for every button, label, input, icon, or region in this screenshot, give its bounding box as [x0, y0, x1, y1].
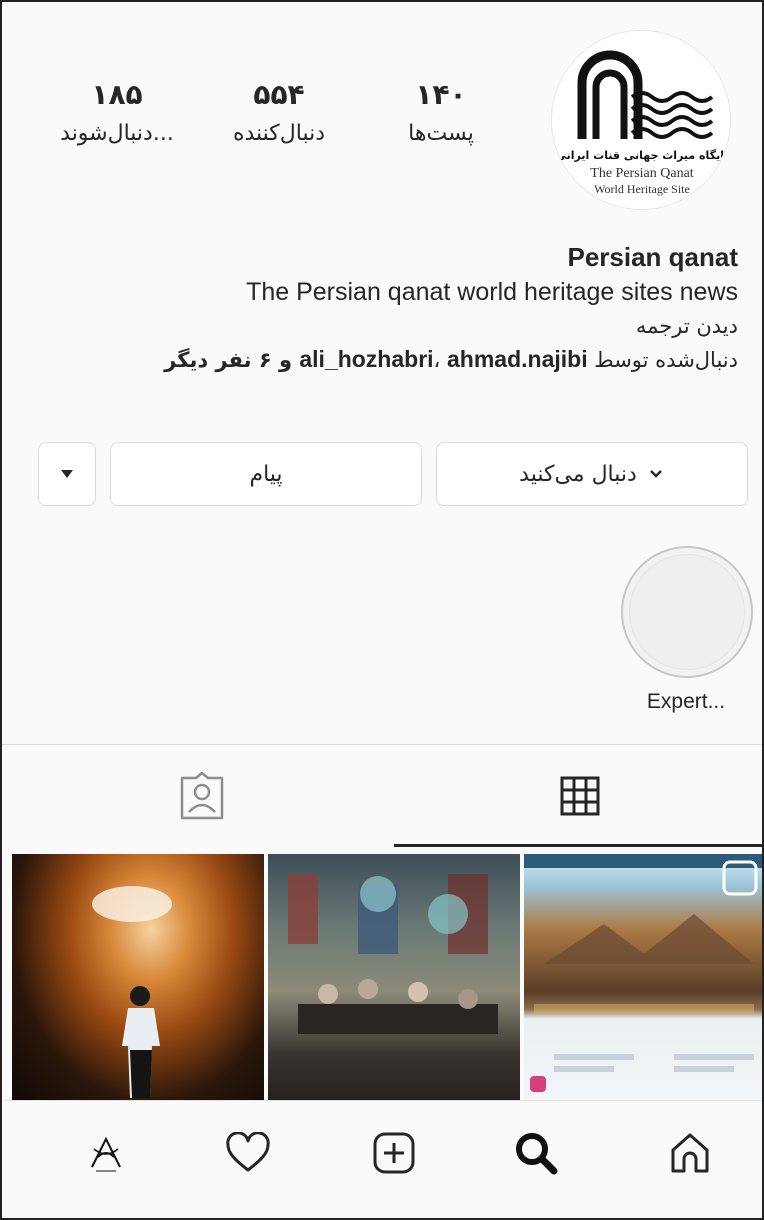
website-screenshot-image	[524, 854, 762, 1092]
triangle-down-icon	[61, 470, 73, 478]
tab-grid[interactable]	[394, 746, 762, 846]
following-count: ۱۸۵	[91, 78, 143, 111]
profile-avatar-tab[interactable]	[66, 1113, 146, 1193]
profile-avatar-icon	[91, 1136, 121, 1172]
posts-count: ۱۴۰	[415, 78, 467, 111]
profile-description: The Persian qanat world heritage sites n…	[246, 278, 738, 306]
message-button-label: پیام	[249, 461, 283, 487]
home-tab[interactable]	[650, 1113, 730, 1193]
see-translation-link[interactable]: دیدن ترجمه	[18, 310, 738, 342]
followed-by-user-2[interactable]: ahmad.najibi	[447, 346, 588, 372]
story-highlight[interactable]	[621, 546, 753, 678]
stat-posts[interactable]: ۱۴۰ پست‌ها	[366, 78, 516, 148]
following-label: دنبال‌شوند...	[60, 121, 174, 146]
profile-name: Persian qanat	[567, 242, 738, 272]
profile-screen: پایگاه میراث جهانی قنات ایرانی The Persi…	[0, 0, 764, 1220]
stat-following[interactable]: ۱۸۵ دنبال‌شوند...	[42, 78, 192, 148]
profile-stats: ۱۸۵ دنبال‌شوند... ۵۵۴ دنبال‌کننده ۱۴۰ پس…	[42, 78, 512, 168]
message-button[interactable]: پیام	[110, 442, 422, 506]
post-thumbnail-qanat-tunnel[interactable]	[12, 854, 264, 1104]
followed-by-prefix: دنبال‌شده توسط	[594, 348, 738, 372]
tab-tagged[interactable]	[12, 746, 392, 846]
avatar-text-fa: پایگاه میراث جهانی قنات ایرانی	[556, 149, 729, 162]
bottom-navigation	[4, 1100, 762, 1218]
plus-square-icon	[373, 1132, 415, 1174]
activity-tab[interactable]	[208, 1113, 288, 1193]
grid-icon	[560, 776, 600, 816]
qanat-logo-icon: پایگاه میراث جهانی قنات ایرانی The Persi…	[552, 31, 730, 209]
chevron-down-icon	[649, 470, 662, 478]
following-button[interactable]: دنبال می‌کنید	[436, 442, 748, 506]
search-icon	[516, 1133, 558, 1175]
profile-bio: Persian qanat The Persian qanat world he…	[18, 240, 738, 377]
post-thumbnail-meeting[interactable]	[268, 854, 520, 1104]
stat-followers[interactable]: ۵۵۴ دنبال‌کننده	[204, 78, 354, 148]
followed-by-line[interactable]: دنبال‌شده توسط ali_hozhabri، ahmad.najib…	[18, 342, 738, 377]
suggested-accounts-button[interactable]	[38, 442, 96, 506]
post-grid	[12, 854, 762, 1128]
profile-avatar[interactable]: پایگاه میراث جهانی قنات ایرانی The Persi…	[551, 30, 731, 210]
meeting-hall-image	[288, 874, 498, 1034]
followed-by-separator: ،	[433, 348, 447, 372]
person-silhouette-image	[92, 886, 172, 1098]
active-tab-indicator	[394, 844, 762, 847]
followers-label: دنبال‌کننده	[232, 121, 326, 146]
search-tab[interactable]	[496, 1113, 576, 1193]
tab-divider	[2, 744, 762, 745]
highlight-cover	[629, 554, 745, 670]
post-thumbnail-website[interactable]	[524, 854, 762, 1104]
highlight-label: Expert...	[646, 690, 726, 713]
heart-icon	[226, 1132, 270, 1172]
tagged-icon	[180, 771, 224, 820]
new-post-tab[interactable]	[354, 1113, 434, 1193]
followers-count: ۵۵۴	[253, 78, 305, 111]
followed-by-user-1[interactable]: ali_hozhabri	[299, 346, 433, 372]
avatar-text-en-1: The Persian Qanat	[590, 166, 694, 181]
avatar-text-en-2: World Heritage Site	[594, 182, 690, 196]
posts-label: پست‌ها	[408, 121, 474, 146]
following-button-label: دنبال می‌کنید	[519, 461, 637, 487]
followed-by-suffix: و ۶ نفر دیگر	[164, 348, 300, 372]
home-icon	[671, 1133, 709, 1173]
